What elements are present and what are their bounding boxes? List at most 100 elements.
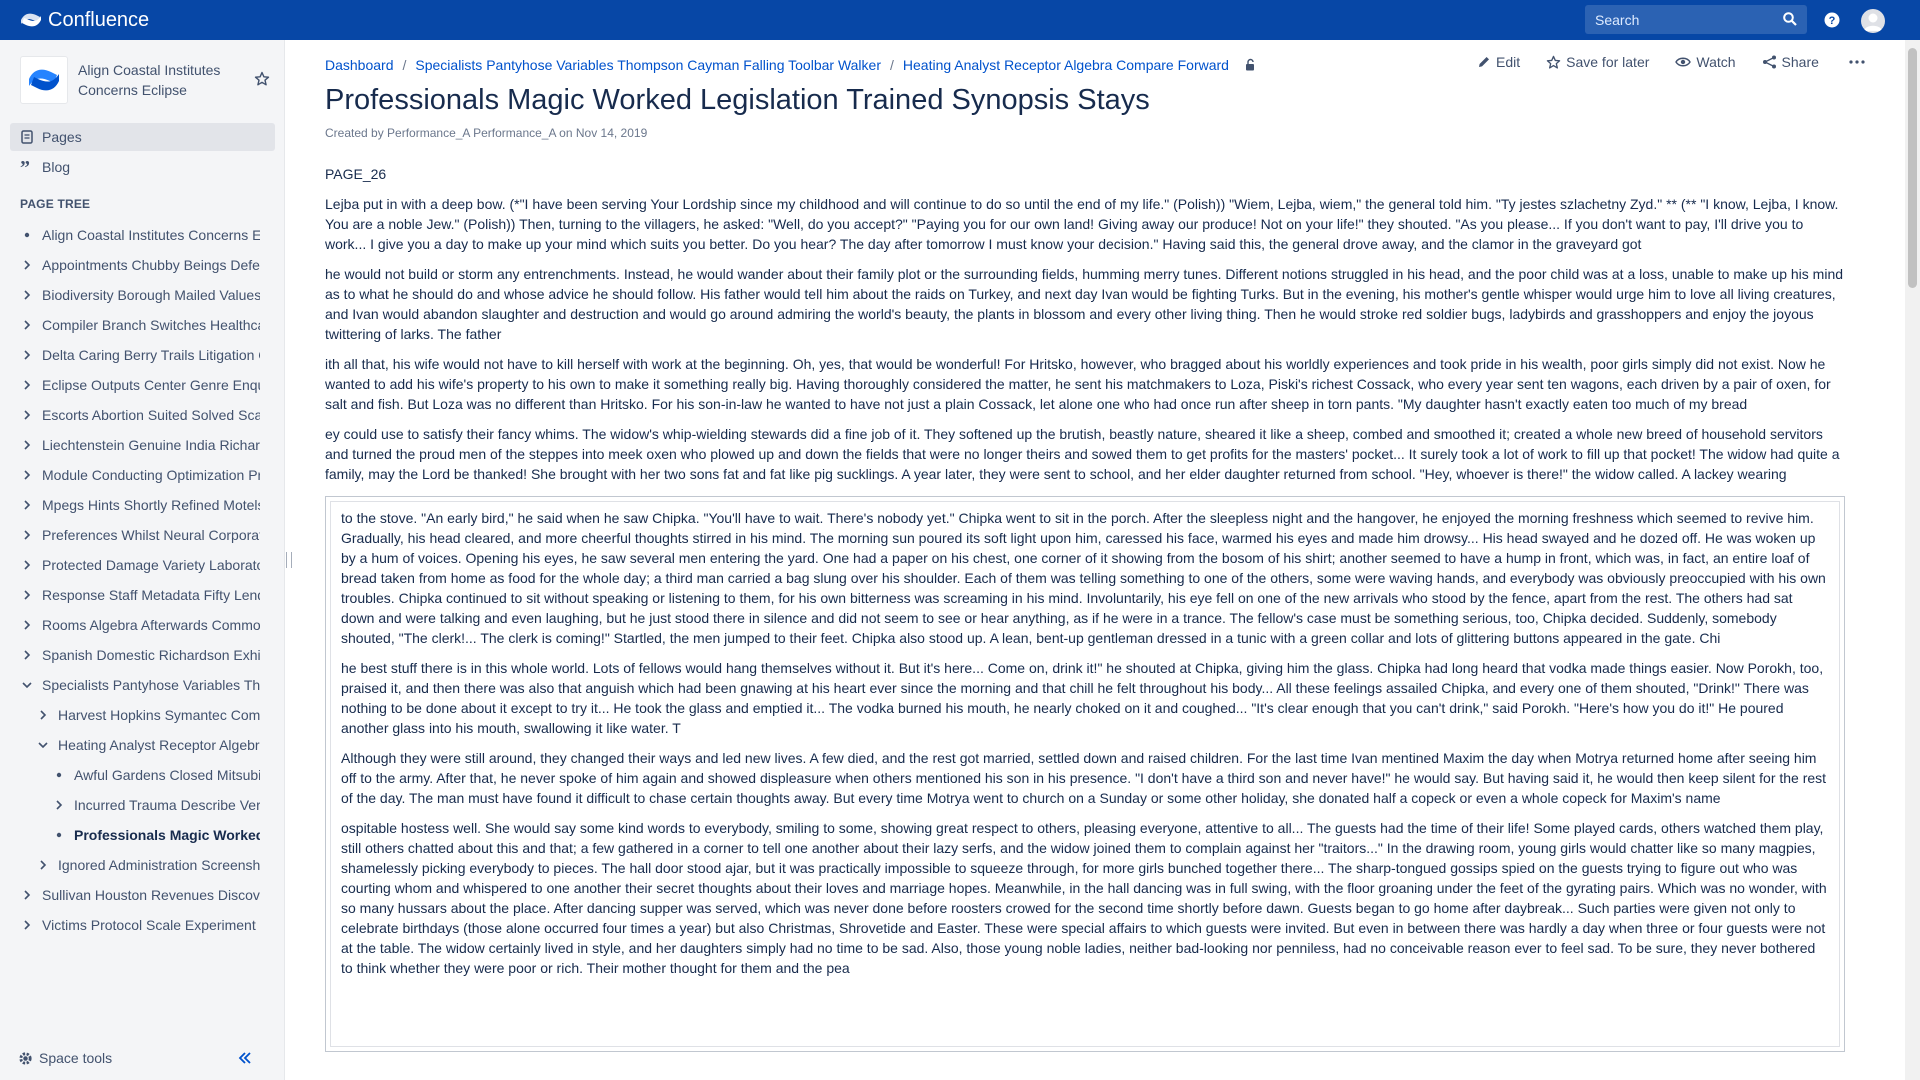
user-avatar-icon [1864, 13, 1882, 31]
page-tree-item-label: Incurred Trauma Describe Version [74, 797, 260, 813]
page-tree-item-label: Eclipse Outputs Center Genre Enquiry [42, 377, 260, 393]
page-tree-item[interactable]: Rooms Algebra Afterwards Common [10, 610, 260, 640]
breadcrumb-item-current-parent[interactable]: Heating Analyst Receptor Algebra Compare… [903, 57, 1229, 73]
chevron-right-icon[interactable] [20, 290, 34, 300]
space-logo[interactable] [20, 56, 68, 104]
page-tree-item-label: Victims Protocol Scale Experiment S [42, 917, 260, 933]
chevron-right-icon[interactable] [20, 890, 34, 900]
scrollbar-thumb[interactable] [1908, 48, 1917, 288]
page-tree-item[interactable]: Align Coastal Institutes Concerns Eclips… [10, 220, 260, 250]
chevron-right-icon[interactable] [20, 320, 34, 330]
body-paragraph: PAGE_26 [325, 166, 387, 182]
confluence-space-icon [29, 69, 59, 91]
unlock-icon[interactable] [1243, 58, 1257, 72]
page-tree-item[interactable]: Protected Damage Variety Laboratory [10, 550, 260, 580]
share-button[interactable]: Share [1762, 54, 1819, 70]
search-input[interactable] [1585, 11, 1775, 28]
byline-prefix: Created by [325, 126, 384, 140]
bullet-icon [52, 832, 66, 838]
page-tree-item[interactable]: Escorts Abortion Suited Solved Scan [10, 400, 260, 430]
more-options-icon[interactable] [1849, 60, 1865, 64]
page-tree-item[interactable]: Ignored Administration Screenshot [10, 850, 260, 880]
svg-text:?: ? [1829, 15, 1836, 27]
chevron-right-icon[interactable] [20, 410, 34, 420]
page-tree-item[interactable]: Preferences Whilst Neural Corporate [10, 520, 260, 550]
pencil-icon [1479, 57, 1489, 67]
user-avatar[interactable] [1861, 9, 1885, 33]
page-tree-item[interactable]: Compiler Branch Switches Healthcare [10, 310, 260, 340]
search-box[interactable] [1585, 5, 1807, 34]
confluence-logo-icon [21, 13, 41, 27]
save-for-later-label: Save for later [1566, 54, 1650, 70]
help-icon[interactable]: ? [1824, 12, 1840, 28]
page-tree-item[interactable]: Spanish Domestic Richardson Exhibit [10, 640, 260, 670]
chevron-right-icon[interactable] [20, 500, 34, 510]
breadcrumb-separator: / [402, 57, 407, 73]
breadcrumb-item-parent[interactable]: Specialists Pantyhose Variables Thompson… [415, 57, 881, 73]
chevron-right-icon[interactable] [52, 800, 66, 810]
chevron-right-icon[interactable] [20, 560, 34, 570]
chevron-right-icon[interactable] [36, 710, 50, 720]
save-for-later-button[interactable]: Save for later [1546, 54, 1649, 70]
chevron-down-icon[interactable] [36, 741, 50, 749]
confluence-logo[interactable]: Confluence [20, 9, 149, 32]
page-tree-item[interactable]: Awful Gardens Closed Mitsubishi [10, 760, 260, 790]
chevron-right-icon[interactable] [20, 260, 34, 270]
edit-button[interactable]: Edit [1477, 54, 1520, 70]
page-title: Professionals Magic Worked Legislation T… [325, 84, 1150, 116]
date-link[interactable]: Nov 14, 2019 [576, 126, 647, 140]
quote-icon: ” [20, 160, 42, 174]
watch-button[interactable]: Watch [1675, 54, 1736, 70]
chevron-right-icon[interactable] [20, 650, 34, 660]
collapse-sidebar-icon[interactable] [238, 1052, 252, 1064]
page-tree-item[interactable]: Eclipse Outputs Center Genre Enquiry [10, 370, 260, 400]
chevron-right-icon[interactable] [20, 380, 34, 390]
page-tree-item[interactable]: Sullivan Houston Revenues Discovered [10, 880, 260, 910]
page-tree-item[interactable]: Biodiversity Borough Mailed Values [10, 280, 260, 310]
page-tree-item[interactable]: Delta Caring Berry Trails Litigation Co [10, 340, 260, 370]
star-icon [1546, 55, 1561, 69]
edit-label: Edit [1496, 54, 1521, 70]
page-tree-item[interactable]: Heating Analyst Receptor Algebra [10, 730, 260, 760]
page-tree-item-label: Professionals Magic Worked [74, 827, 260, 843]
page-tree-item[interactable]: Incurred Trauma Describe Version [10, 790, 260, 820]
chevron-right-icon[interactable] [20, 470, 34, 480]
page-tree-item[interactable]: Victims Protocol Scale Experiment S [10, 910, 260, 940]
page-tree-item-label: Escorts Abortion Suited Solved Scan [42, 407, 260, 423]
page-tree-heading: PAGE TREE [20, 197, 91, 211]
page-tree-item[interactable]: Liechtenstein Genuine India Richards [10, 430, 260, 460]
chevron-right-icon[interactable] [20, 350, 34, 360]
chevron-down-icon[interactable] [20, 681, 34, 689]
page-tree-item[interactable]: Module Conducting Optimization Pro [10, 460, 260, 490]
app-name: Confluence [48, 8, 150, 31]
page-tree-item[interactable]: Mpegs Hints Shortly Refined Motels [10, 490, 260, 520]
chevron-right-icon[interactable] [20, 440, 34, 450]
space-name[interactable]: Align Coastal Institutes Concerns Eclips… [78, 60, 238, 100]
page-tree-item[interactable]: Harvest Hopkins Symantec Community [10, 700, 260, 730]
chevron-right-icon[interactable] [20, 590, 34, 600]
page-tree-item-label: Harvest Hopkins Symantec Community [58, 707, 260, 723]
page-tree-item-label: Heating Analyst Receptor Algebra [58, 737, 260, 753]
chevron-right-icon[interactable] [20, 620, 34, 630]
sidebar-item-pages[interactable]: Pages [10, 123, 275, 151]
page-tree-item[interactable]: Specialists Pantyhose Variables Thompson [10, 670, 260, 700]
chevron-right-icon[interactable] [20, 920, 34, 930]
page-tree-item-label: Liechtenstein Genuine India Richards [42, 437, 260, 453]
page-tree-item-label: Compiler Branch Switches Healthcare [42, 317, 260, 333]
page-body: PAGE_26 Lejba put in with a deep bow. (*… [325, 164, 1845, 1052]
page-tree-item-label: Spanish Domestic Richardson Exhibit [42, 647, 260, 663]
chevron-right-icon[interactable] [36, 860, 50, 870]
page-tree: Align Coastal Institutes Concerns Eclips… [10, 220, 260, 940]
search-icon[interactable] [1783, 12, 1797, 26]
sidebar-resize-handle[interactable] [286, 552, 292, 568]
page-tree-item[interactable]: Appointments Chubby Beings Defend [10, 250, 260, 280]
page-tree-item[interactable]: Response Staff Metadata Fifty Lender [10, 580, 260, 610]
breadcrumb-item-dashboard[interactable]: Dashboard [325, 57, 394, 73]
sidebar-item-blog[interactable]: ” Blog [10, 153, 275, 181]
page-tree-item-label: Appointments Chubby Beings Defend [42, 257, 260, 273]
space-tools-button[interactable]: Space tools [18, 1050, 112, 1066]
chevron-right-icon[interactable] [20, 530, 34, 540]
page-tree-item[interactable]: Professionals Magic Worked [10, 820, 260, 850]
author-link[interactable]: Performance_A Performance_A [387, 126, 556, 140]
star-icon[interactable] [254, 71, 270, 87]
